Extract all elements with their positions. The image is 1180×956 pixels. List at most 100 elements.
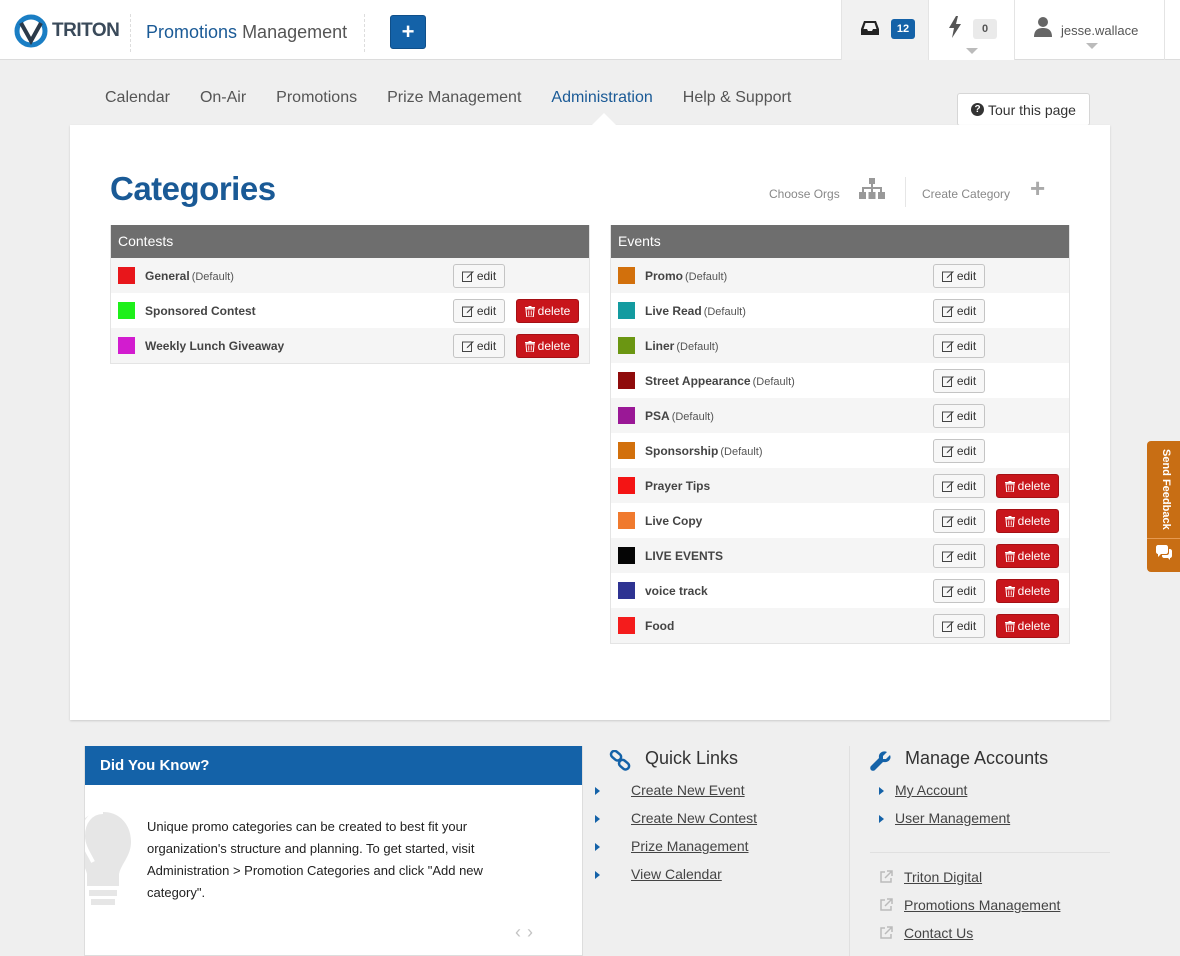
page-title: Categories: [110, 170, 276, 207]
send-feedback-tab[interactable]: Send Feedback: [1147, 441, 1180, 572]
table-row: Weekly Lunch Giveaway edit delete: [111, 328, 589, 363]
link-create-new-contest[interactable]: Create New Contest: [631, 810, 757, 826]
edit-button[interactable]: edit: [933, 474, 985, 498]
link-view-calendar[interactable]: View Calendar: [631, 866, 722, 882]
link-user-management[interactable]: User Management: [895, 810, 1010, 826]
category-label: PSA: [645, 409, 670, 423]
delete-button[interactable]: delete: [996, 544, 1059, 568]
table-row: Sponsored Contest edit delete: [111, 293, 589, 328]
alerts-button[interactable]: 0: [928, 0, 1014, 60]
logo-text: TRITON: [52, 20, 120, 41]
nav-calendar[interactable]: Calendar: [105, 89, 170, 107]
choose-orgs-link[interactable]: Choose Orgs: [769, 187, 840, 201]
table-row: Prayer Tips edit delete: [611, 468, 1069, 503]
edit-button[interactable]: edit: [933, 299, 985, 323]
edit-button[interactable]: edit: [933, 369, 985, 393]
link-my-account[interactable]: My Account: [895, 782, 967, 798]
edit-icon: [941, 516, 954, 527]
delete-button[interactable]: delete: [996, 474, 1059, 498]
edit-button[interactable]: edit: [453, 264, 505, 288]
delete-label: delete: [1017, 549, 1051, 563]
edit-icon: [461, 341, 474, 352]
link-create-new-event[interactable]: Create New Event: [631, 782, 745, 798]
tour-page-button[interactable]: ? Tour this page: [957, 93, 1090, 126]
delete-button[interactable]: delete: [996, 614, 1059, 638]
user-icon: [1034, 17, 1052, 37]
chat-bubbles-icon: [1156, 545, 1172, 560]
add-new-button[interactable]: +: [390, 15, 426, 49]
edit-button[interactable]: edit: [453, 299, 505, 323]
table-row: Liner (Default) edit: [611, 328, 1069, 363]
edit-button[interactable]: edit: [933, 544, 985, 568]
edit-label: edit: [476, 269, 497, 283]
default-tag: (Default): [671, 411, 714, 423]
delete-button[interactable]: delete: [516, 299, 579, 323]
table-row: PSA (Default) edit: [611, 398, 1069, 433]
edit-button[interactable]: edit: [933, 509, 985, 533]
default-tag: (Default): [703, 306, 746, 318]
edit-button[interactable]: edit: [933, 579, 985, 603]
edit-button[interactable]: edit: [933, 334, 985, 358]
link-contact-us[interactable]: Contact Us: [904, 925, 973, 941]
category-color-swatch: [618, 442, 635, 459]
main-nav: Calendar On-Air Promotions Prize Managem…: [105, 89, 821, 107]
table-row: Live Copy edit delete: [611, 503, 1069, 538]
caret-right-icon: [879, 815, 884, 823]
edit-label: edit: [476, 304, 497, 318]
plus-icon[interactable]: +: [1030, 175, 1045, 201]
question-icon: ?: [971, 103, 985, 116]
caret-right-icon: [595, 787, 600, 795]
default-tag: (Default): [676, 341, 719, 353]
category-color-swatch: [618, 477, 635, 494]
nav-help-support[interactable]: Help & Support: [683, 89, 792, 107]
nav-promotions[interactable]: Promotions: [276, 89, 357, 107]
link-promotions-management[interactable]: Promotions Management: [904, 897, 1060, 913]
category-name: Live Copy: [645, 514, 704, 528]
category-label: Sponsored Contest: [145, 304, 256, 318]
edit-icon: [461, 271, 474, 282]
delete-button[interactable]: delete: [996, 509, 1059, 533]
edit-icon: [941, 341, 954, 352]
user-menu[interactable]: jesse.wallace: [1014, 0, 1165, 60]
table-row: LIVE EVENTS edit delete: [611, 538, 1069, 573]
category-color-swatch: [118, 337, 135, 354]
category-label: Food: [645, 619, 675, 633]
edit-button[interactable]: edit: [933, 439, 985, 463]
edit-button[interactable]: edit: [933, 264, 985, 288]
nav-administration[interactable]: Administration: [551, 89, 652, 107]
category-name: Prayer Tips: [645, 479, 712, 493]
nav-prize-management[interactable]: Prize Management: [387, 89, 521, 107]
create-category-link[interactable]: Create Category: [922, 187, 1010, 201]
trash-icon: [1004, 515, 1015, 527]
nav-on-air[interactable]: On-Air: [200, 89, 246, 107]
caret-right-icon: [879, 787, 884, 795]
category-name: Sponsorship (Default): [645, 444, 763, 458]
contests-heading: Contests: [111, 225, 589, 258]
delete-button[interactable]: delete: [996, 579, 1059, 603]
link-triton-digital[interactable]: Triton Digital: [904, 869, 982, 885]
trash-icon: [1004, 480, 1015, 492]
edit-button[interactable]: edit: [453, 334, 505, 358]
link-prize-management[interactable]: Prize Management: [631, 838, 749, 854]
table-row: Food edit delete: [611, 608, 1069, 643]
header-divider: [130, 14, 131, 52]
category-name: Street Appearance (Default): [645, 374, 795, 388]
edit-button[interactable]: edit: [933, 614, 985, 638]
edit-icon: [941, 621, 954, 632]
edit-icon: [941, 306, 954, 317]
edit-label: edit: [956, 584, 977, 598]
inbox-button[interactable]: 12: [841, 0, 928, 60]
list-item: My Account: [879, 782, 1010, 810]
inbox-icon: [861, 21, 879, 35]
external-link-icon: [880, 898, 893, 911]
list-item: Triton Digital: [879, 869, 1060, 897]
edit-button[interactable]: edit: [933, 404, 985, 428]
delete-button[interactable]: delete: [516, 334, 579, 358]
chevron-left-icon[interactable]: ‹: [515, 922, 527, 942]
tour-page-label: Tour this page: [988, 101, 1076, 118]
org-chart-icon[interactable]: [859, 178, 885, 200]
triton-logo[interactable]: TRITON: [14, 14, 120, 48]
did-you-know-text: Unique promo categories can be created t…: [147, 819, 483, 900]
category-label: voice track: [645, 584, 708, 598]
chevron-right-icon[interactable]: ›: [527, 922, 539, 942]
